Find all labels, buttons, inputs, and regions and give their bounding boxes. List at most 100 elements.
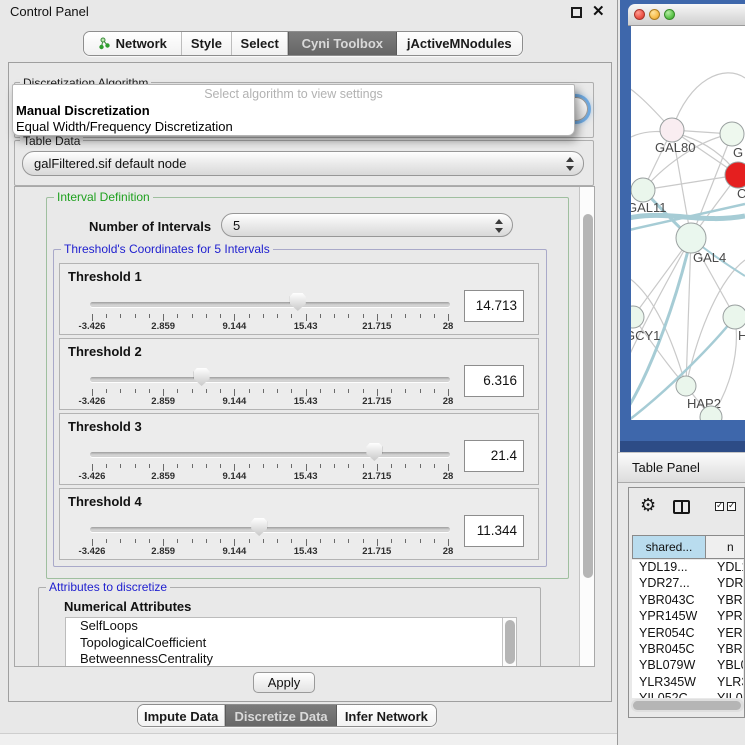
network-edge[interactable]	[672, 73, 745, 130]
gear-icon[interactable]: ⚙	[640, 496, 656, 514]
table-row[interactable]: YBL079WYBL0	[632, 658, 743, 674]
threshold-slider-track[interactable]	[90, 527, 450, 532]
network-node-g[interactable]	[720, 122, 744, 146]
table-row[interactable]: YIL052CYIL0	[632, 691, 743, 698]
threshold-value-field[interactable]: 11.344	[464, 515, 524, 547]
minor-tick	[434, 539, 435, 543]
cell-name: YDR2	[706, 576, 743, 592]
minor-tick	[120, 464, 121, 468]
threshold-slider-thumb[interactable]	[366, 443, 382, 461]
cell-shared-name: YLR345W	[632, 675, 706, 691]
viewport-scrollbar[interactable]	[579, 187, 595, 667]
minor-tick	[192, 389, 193, 393]
major-tick	[306, 464, 307, 471]
viewport-scrollbar-thumb[interactable]	[583, 214, 593, 578]
minor-tick	[135, 464, 136, 468]
tab-network[interactable]: Network	[84, 32, 182, 55]
minor-tick	[249, 539, 250, 543]
network-node-h[interactable]	[723, 305, 745, 329]
table-hscrollbar-thumb[interactable]	[633, 701, 741, 710]
close-traffic-light[interactable]	[634, 9, 645, 20]
attribute-list-item[interactable]: SelfLoops	[66, 618, 516, 635]
column-header-shared-name[interactable]: shared...	[632, 535, 706, 559]
threshold-slider-thumb[interactable]	[251, 518, 267, 536]
major-tick	[448, 314, 449, 321]
threshold-value-field[interactable]: 21.4	[464, 440, 524, 472]
network-node-gal4[interactable]	[676, 223, 706, 253]
table-row[interactable]: YDL19...YDL1	[632, 560, 743, 576]
table-row[interactable]: YBR043CYBR0	[632, 593, 743, 609]
tick-label: 21.715	[345, 471, 409, 482]
network-edge[interactable]	[691, 134, 732, 238]
table-data-combobox-value: galFiltered.sif default node	[34, 156, 186, 171]
network-node-gcy1[interactable]	[631, 306, 644, 328]
minor-tick	[263, 314, 264, 318]
cell-shared-name: YDL19...	[632, 560, 706, 576]
checkbox-icon[interactable]	[727, 502, 736, 511]
network-node-gal11[interactable]	[631, 178, 655, 202]
table-row[interactable]: YDR27...YDR2	[632, 576, 743, 592]
tab-select[interactable]: Select	[232, 32, 288, 55]
minor-tick	[106, 464, 107, 468]
tab-jactivemnodules[interactable]: jActiveMNodules	[397, 32, 522, 55]
minor-tick	[135, 539, 136, 543]
minimize-traffic-light[interactable]	[649, 9, 660, 20]
threshold-value-field[interactable]: 6.316	[464, 365, 524, 397]
apply-button[interactable]: Apply	[253, 672, 315, 693]
close-icon[interactable]: ✕	[592, 2, 605, 20]
threshold-slider-thumb[interactable]	[194, 368, 210, 386]
network-node-c[interactable]	[725, 162, 745, 188]
attributes-list-scrollbar[interactable]	[502, 618, 516, 667]
minor-tick	[434, 314, 435, 318]
network-canvas[interactable]: GAL80GCGAL11GAL4GCY1HHAP2	[631, 26, 745, 420]
threshold-value-field[interactable]: 14.713	[464, 290, 524, 322]
minor-tick	[220, 389, 221, 393]
column-header-name[interactable]: n	[706, 535, 745, 559]
major-tick	[92, 314, 93, 321]
network-node-gal80[interactable]	[660, 118, 684, 142]
checkbox-icon[interactable]	[715, 502, 724, 511]
cell-shared-name: YER054C	[632, 626, 706, 642]
thresholds-group-title: Threshold's Coordinates for 5 Intervals	[61, 242, 273, 256]
attribute-list-item[interactable]: BetweennessCentrality	[66, 651, 516, 667]
table-hscrollbar[interactable]	[631, 699, 744, 712]
attributes-list-scrollbar-thumb[interactable]	[505, 620, 515, 664]
table-row[interactable]: YLR345WYLR3	[632, 675, 743, 691]
minor-tick	[206, 464, 207, 468]
threshold-slider-track[interactable]	[90, 377, 450, 382]
network-window-titlebar[interactable]	[628, 4, 745, 26]
dropdown-option-equal-width[interactable]: Equal Width/Frequency Discretization	[16, 119, 233, 134]
table-row[interactable]: YER054CYER0	[632, 626, 743, 642]
minor-tick	[177, 539, 178, 543]
threshold-slider-track[interactable]	[90, 302, 450, 307]
tick-label: -3.426	[60, 471, 124, 482]
minor-tick	[348, 464, 349, 468]
tab-discretize-data[interactable]: Discretize Data	[225, 705, 336, 727]
tab-cyni-toolbox[interactable]: Cyni Toolbox	[288, 32, 397, 55]
table-data-combobox[interactable]: galFiltered.sif default node	[22, 151, 584, 176]
table-row[interactable]: YPR145WYPR1	[632, 609, 743, 625]
major-tick	[377, 464, 378, 471]
tab-infer-network[interactable]: Infer Network	[337, 705, 436, 727]
attribute-list-item[interactable]: TopologicalCoefficient	[66, 635, 516, 652]
network-node-label: GCY1	[631, 328, 660, 343]
dropdown-option-manual[interactable]: Manual Discretization	[16, 103, 150, 118]
threshold-panel-2: Threshold 2-3.4262.8599.14415.4321.71528…	[59, 338, 539, 410]
threshold-slider-track[interactable]	[90, 452, 450, 457]
minor-tick	[434, 389, 435, 393]
minor-tick	[206, 539, 207, 543]
zoom-traffic-light[interactable]	[664, 9, 675, 20]
control-panel: Control Panel ✕ NetworkStyleSelectCyni T…	[0, 0, 618, 745]
tab-style[interactable]: Style	[182, 32, 233, 55]
network-view-window[interactable]: GAL80GCGAL11GAL4GCY1HHAP2	[620, 0, 745, 452]
minor-tick	[177, 464, 178, 468]
network-node-hap2[interactable]	[676, 376, 696, 396]
float-window-icon[interactable]	[571, 7, 582, 18]
tab-impute-data[interactable]: Impute Data	[138, 705, 225, 727]
table-row[interactable]: YBR045CYBR0	[632, 642, 743, 658]
numerical-attributes-list[interactable]: SelfLoopsTopologicalCoefficientBetweenne…	[65, 617, 517, 667]
num-intervals-combobox[interactable]: 5	[221, 213, 513, 237]
network-edge[interactable]	[643, 175, 738, 190]
threshold-slider-thumb[interactable]	[290, 293, 306, 311]
split-table-icon[interactable]	[673, 500, 690, 514]
